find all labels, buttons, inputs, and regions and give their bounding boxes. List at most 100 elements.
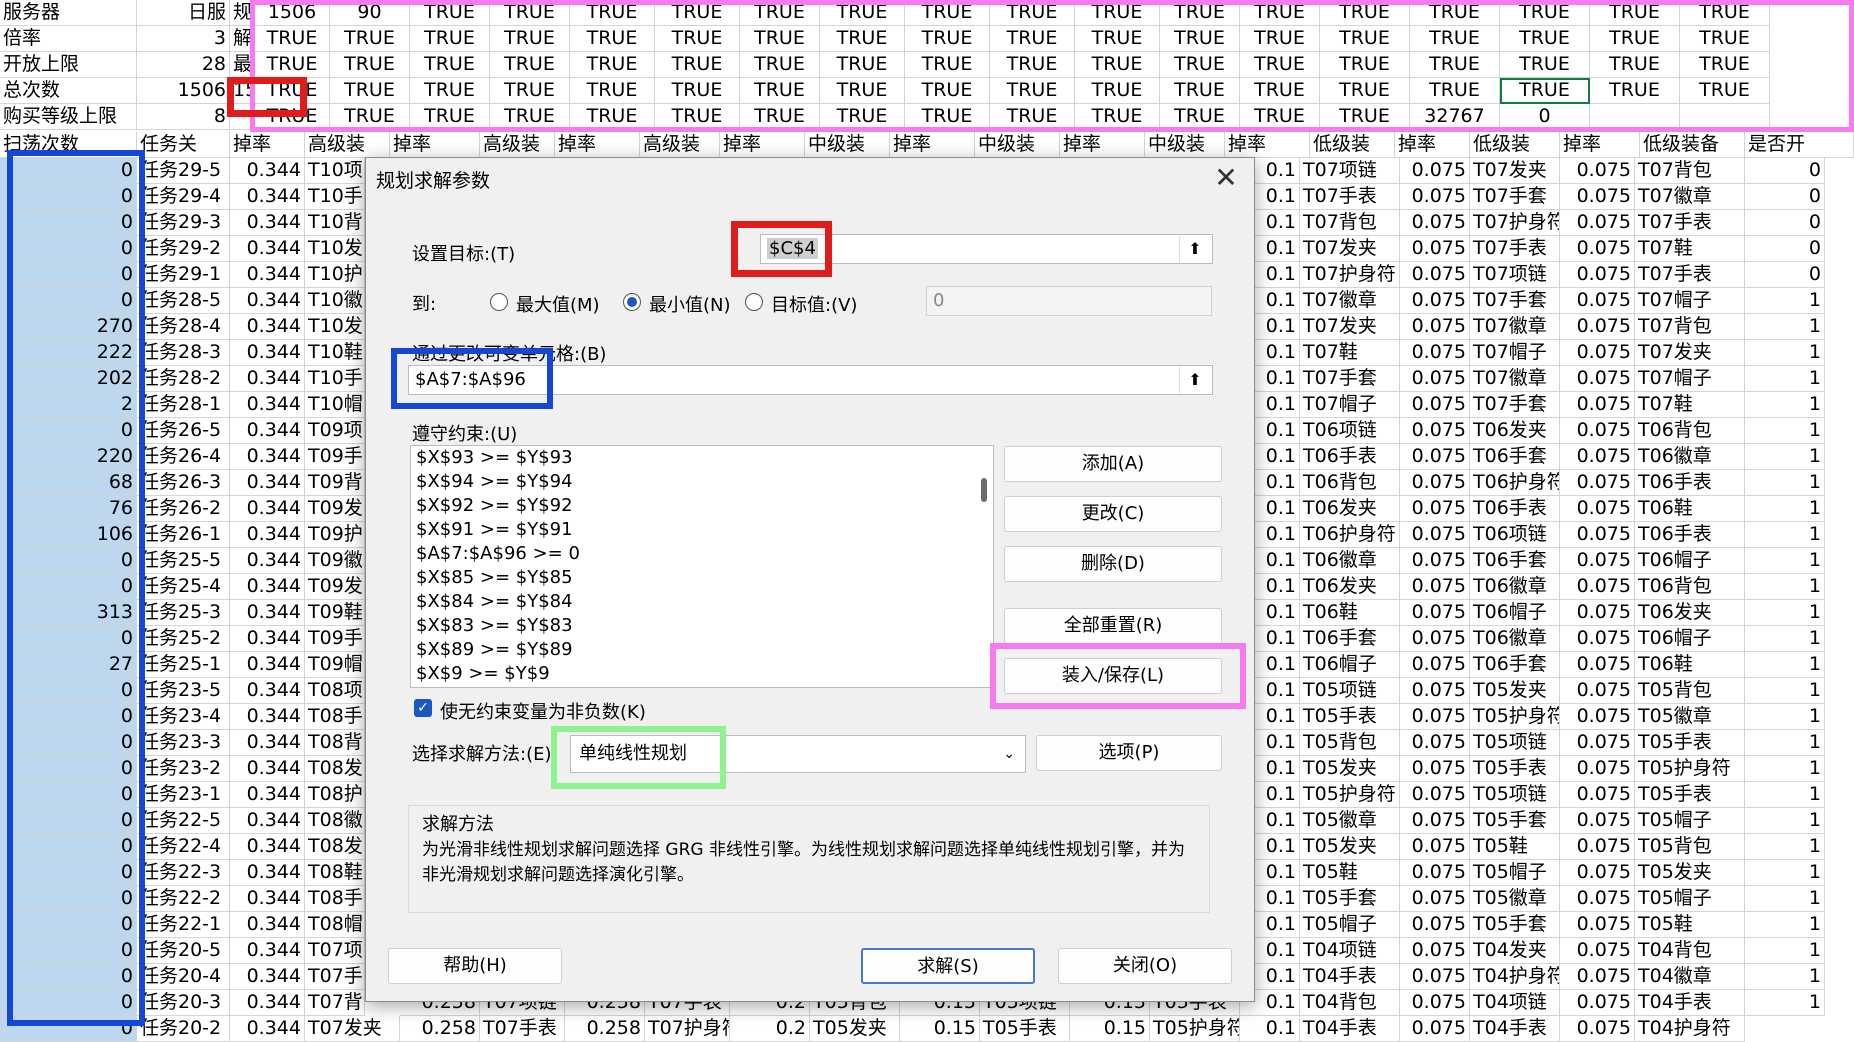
cell-flag[interactable]: 0 (1745, 262, 1825, 288)
cell-equip[interactable]: T05帽子 (1635, 886, 1745, 912)
cell-rate[interactable]: 0.344 (230, 288, 305, 314)
cell-rate[interactable]: 0.075 (1560, 626, 1635, 652)
cell-rate[interactable]: 0.075 (1400, 314, 1470, 340)
cell-rate[interactable]: 0.075 (1560, 470, 1635, 496)
column-header[interactable]: 扫荡次数 (0, 132, 137, 158)
cell-rate[interactable]: 0.15 (900, 1016, 980, 1042)
cell-bool[interactable]: TRUE (1590, 0, 1680, 26)
cell-bool[interactable]: TRUE (410, 0, 490, 26)
cell-flag[interactable]: 1 (1745, 808, 1825, 834)
cell-equip[interactable]: T06手表 (1635, 470, 1745, 496)
cell-task[interactable]: 任务29-5 (137, 158, 230, 184)
cell-flag[interactable]: 1 (1745, 834, 1825, 860)
cell-equip[interactable]: T08手 (305, 886, 365, 912)
cell-equip[interactable]: T06手表 (1470, 496, 1560, 522)
cell-flag[interactable]: 1 (1745, 886, 1825, 912)
cell-value[interactable]: 28 (137, 52, 230, 78)
cell-rate[interactable]: 0.075 (1560, 600, 1635, 626)
cell-rate[interactable]: 0.344 (230, 704, 305, 730)
cell-equip[interactable]: T10背 (305, 210, 365, 236)
cell-equip[interactable]: T06帽子 (1300, 652, 1400, 678)
cell-equip[interactable]: T07护身符 (645, 1016, 730, 1042)
cell-bool[interactable]: TRUE (490, 52, 570, 78)
cell-equip[interactable]: T05徽章 (1635, 704, 1745, 730)
cell-bool[interactable]: TRUE (820, 0, 905, 26)
constraint-item[interactable]: $X$83 >= $Y$83 (411, 614, 993, 638)
cell-bool[interactable]: 32767 (1410, 104, 1500, 130)
cell-label[interactable]: 倍率 (0, 26, 137, 52)
cell-bool[interactable]: TRUE (490, 104, 570, 130)
cell-task[interactable]: 任务23-1 (137, 782, 230, 808)
cell-flag[interactable]: 1 (1745, 626, 1825, 652)
cell-flag[interactable]: 1 (1745, 860, 1825, 886)
cell-bool[interactable]: TRUE (1680, 0, 1770, 26)
cell-flag[interactable]: 1 (1745, 496, 1825, 522)
cell-rate[interactable]: 0.344 (230, 548, 305, 574)
cell-task[interactable]: 任务29-2 (137, 236, 230, 262)
radio-max[interactable] (490, 293, 508, 311)
cell-rate[interactable]: 0.075 (1400, 236, 1470, 262)
cell-sweep-count[interactable]: 0 (0, 886, 137, 912)
cell-equip[interactable]: T05手套 (1470, 808, 1560, 834)
cell-equip[interactable]: T05发夹 (1635, 860, 1745, 886)
cell-rate[interactable]: 0.075 (1560, 236, 1635, 262)
cell-sweep-count[interactable]: 27 (0, 652, 137, 678)
cell-rate[interactable]: 0.075 (1560, 652, 1635, 678)
cell-sweep-count[interactable]: 0 (0, 288, 137, 314)
constraint-item[interactable]: $X$9 >= $Y$9 (411, 662, 993, 686)
cell-sweep-count[interactable]: 0 (0, 730, 137, 756)
column-header[interactable]: 掉率 (390, 132, 480, 158)
cell-bool[interactable]: TRUE (570, 78, 655, 104)
cell-sweep-count[interactable]: 68 (0, 470, 137, 496)
radio-min[interactable] (623, 293, 641, 311)
cell-task[interactable]: 任务20-3 (137, 990, 230, 1016)
cell-sweep-count[interactable]: 0 (0, 210, 137, 236)
cell-equip[interactable]: T07帽子 (1470, 340, 1560, 366)
cell-flag[interactable]: 1 (1745, 444, 1825, 470)
cell-rate[interactable]: 0.075 (1400, 1016, 1470, 1042)
cell-bool[interactable]: TRUE (255, 26, 330, 52)
cell-rate[interactable]: 0.075 (1560, 366, 1635, 392)
cell-equip[interactable]: T07鞋 (1635, 392, 1745, 418)
cell-bool[interactable]: TRUE (820, 26, 905, 52)
cell-equip[interactable]: T06徽章 (1470, 574, 1560, 600)
cell-rate[interactable]: 0.344 (230, 756, 305, 782)
cell-sweep-count[interactable]: 0 (0, 990, 137, 1016)
cell-equip[interactable]: T04手表 (1470, 1016, 1560, 1042)
cell-bool[interactable]: TRUE (570, 52, 655, 78)
cell-task[interactable]: 任务29-3 (137, 210, 230, 236)
cell-flag[interactable]: 1 (1745, 782, 1825, 808)
cell-bool[interactable]: TRUE (740, 0, 820, 26)
cell-sweep-count[interactable]: 106 (0, 522, 137, 548)
cell-sweep-count[interactable]: 220 (0, 444, 137, 470)
options-button[interactable]: 选项(P) (1036, 735, 1222, 771)
cell-task[interactable]: 任务26-4 (137, 444, 230, 470)
cell-rate[interactable]: 0.075 (1560, 340, 1635, 366)
cell-rate[interactable]: 0.075 (1560, 912, 1635, 938)
cell-equip[interactable]: T06手套 (1470, 548, 1560, 574)
cell-bool[interactable]: TRUE (740, 104, 820, 130)
cell-flag[interactable]: 1 (1745, 366, 1825, 392)
cell-bool[interactable]: TRUE (655, 26, 740, 52)
cell-equip[interactable]: T09鞋 (305, 600, 365, 626)
cell-equip[interactable]: T06项链 (1300, 418, 1400, 444)
constraint-item[interactable]: $X$92 >= $Y$92 (411, 494, 993, 518)
cell-equip[interactable]: T04发夹 (1470, 938, 1560, 964)
cell-bool[interactable]: TRUE (740, 52, 820, 78)
column-header[interactable]: 任务关 (137, 132, 230, 158)
cell-equip[interactable]: T06背包 (1635, 418, 1745, 444)
cell-bool[interactable]: TRUE (820, 104, 905, 130)
cell-equip[interactable]: T05发夹 (1300, 834, 1400, 860)
cell-equip[interactable]: T06鞋 (1635, 652, 1745, 678)
cell-flag[interactable]: 1 (1745, 964, 1825, 990)
delete-button[interactable]: 删除(D) (1004, 546, 1222, 582)
cell-task[interactable]: 任务23-5 (137, 678, 230, 704)
cell-bool[interactable]: TRUE (330, 26, 410, 52)
cell-equip[interactable]: T05徽章 (1300, 808, 1400, 834)
cell-sweep-count[interactable]: 0 (0, 574, 137, 600)
cell-equip[interactable]: T05帽子 (1635, 808, 1745, 834)
cell-label[interactable]: 开放上限 (0, 52, 137, 78)
constraint-item[interactable]: $X$93 >= $Y$93 (411, 446, 993, 470)
cell-rate[interactable]: 0.075 (1400, 782, 1470, 808)
cell-rate[interactable]: 0.344 (230, 262, 305, 288)
